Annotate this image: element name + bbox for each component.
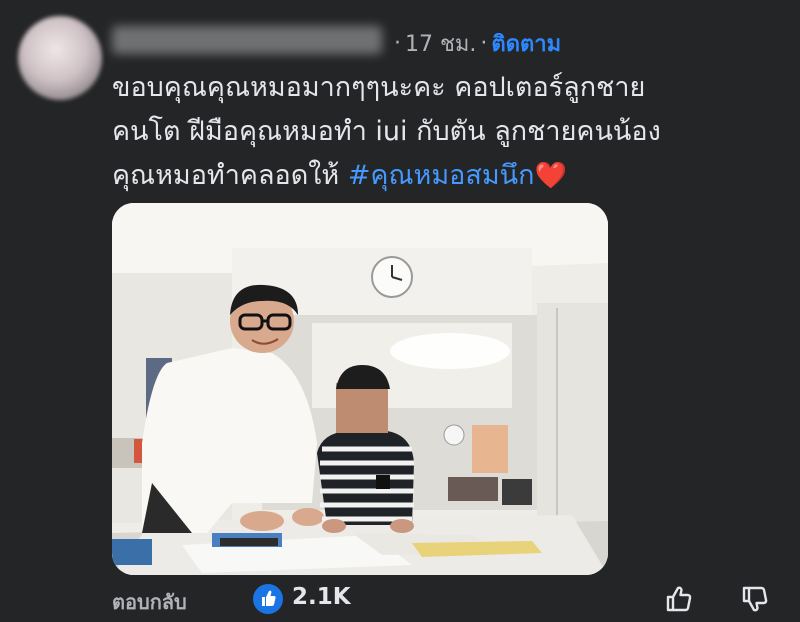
heart-emoji: ❤️ [534,161,567,191]
comment-timestamp[interactable]: 17 ชม. [405,26,476,61]
hashtag-link[interactable]: #คุณหมอสมนึก [348,160,535,191]
meta-separator: · [394,30,401,56]
attached-photo[interactable] [112,203,608,575]
comment-text-line: คุณหมอทำคลอดให้ #คุณหมอสมนึก❤️ [112,154,782,198]
comment-meta: · 17 ชม. · ติดตาม [390,28,561,58]
like-count[interactable]: 2.1K [292,584,351,610]
comment-text: ขอบคุณคุณหมอมากๆๆนะคะ คอปเตอร์ลูกชาย คนโ… [112,66,782,198]
reply-button[interactable]: ตอบกลับ [112,586,187,618]
commenter-avatar[interactable] [18,16,102,100]
comment-text-line: ขอบคุณคุณหมอมากๆๆนะคะ คอปเตอร์ลูกชาย [112,72,646,103]
commenter-name-blurred[interactable] [112,26,382,54]
comment-text-line: คนโต ฝีมือคุณหมอทำ iui กับตัน ลูกชายคนน้… [112,116,661,147]
photo-illustration [112,203,608,575]
follow-link[interactable]: ติดตาม [491,26,561,61]
like-icon [253,584,283,614]
comment-text-segment: คุณหมอทำคลอดให้ [112,160,348,191]
meta-separator: · [480,30,488,56]
thumbs-up-icon[interactable] [662,582,696,616]
thumbs-down-icon[interactable] [738,582,772,616]
